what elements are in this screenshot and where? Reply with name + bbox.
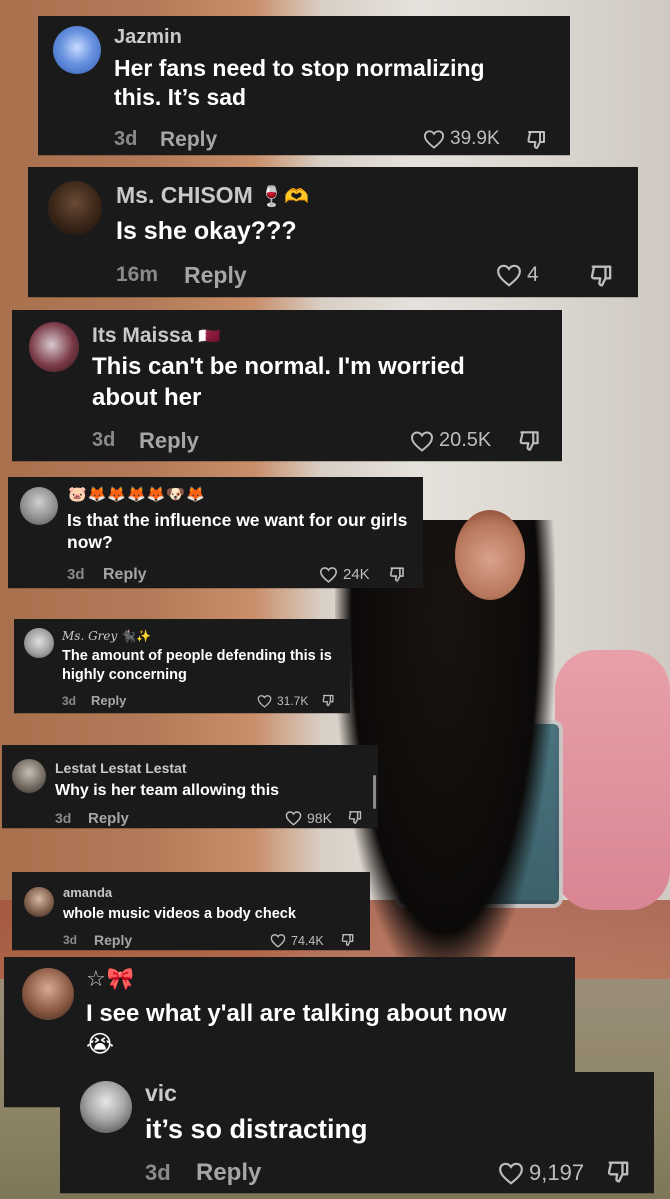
- heart-icon: [410, 430, 434, 452]
- background-figure-head: [455, 510, 525, 600]
- comment-text: Is she okay???: [116, 217, 297, 245]
- avatar[interactable]: [24, 887, 54, 917]
- comment-username[interactable]: Ms. CHISOM 🍷🫶: [116, 182, 309, 209]
- dislike-icon[interactable]: [588, 262, 616, 290]
- comment-username[interactable]: Lestat Lestat Lestat: [55, 760, 186, 776]
- comment-card: 🐷🦊🦊🦊🦊🐶🦊 Is that the influence we want fo…: [8, 477, 423, 588]
- dislike-icon[interactable]: [340, 932, 356, 948]
- comment-timestamp: 3d: [92, 429, 116, 451]
- heart-icon: [257, 695, 272, 708]
- like-button[interactable]: 9,197: [498, 1160, 584, 1186]
- like-count: 24K: [343, 566, 370, 583]
- like-button[interactable]: 98K: [285, 810, 332, 826]
- dislike-icon[interactable]: [321, 693, 336, 708]
- dislike-icon[interactable]: [517, 428, 543, 454]
- username-emoji: 🇶🇦: [198, 326, 221, 346]
- dislike-icon[interactable]: [347, 809, 364, 826]
- comment-card: Lestat Lestat Lestat Why is her team all…: [2, 745, 378, 828]
- avatar[interactable]: [12, 759, 46, 793]
- reply-button[interactable]: Reply: [139, 428, 199, 454]
- like-button[interactable]: 24K: [319, 566, 370, 583]
- username-emoji: 🍷🫶: [259, 186, 309, 208]
- comment-username[interactable]: amanda: [63, 885, 112, 900]
- heart-icon: [270, 934, 286, 948]
- comment-card: amanda whole music videos a body check 3…: [12, 872, 370, 950]
- heart-icon: [285, 811, 302, 826]
- comment-text: I see what y'all are talking about now 😭: [86, 999, 566, 1060]
- reply-button[interactable]: Reply: [94, 932, 132, 948]
- comment-timestamp: 3d: [145, 1160, 171, 1185]
- reply-button[interactable]: Reply: [196, 1159, 261, 1187]
- like-button[interactable]: 4: [496, 263, 539, 287]
- comment-text: whole music videos a body check: [63, 906, 296, 922]
- like-count: 20.5K: [439, 429, 492, 451]
- comment-timestamp: 3d: [67, 566, 85, 583]
- avatar[interactable]: [20, 487, 58, 525]
- avatar[interactable]: [80, 1081, 132, 1133]
- like-button[interactable]: 39.9K: [423, 128, 500, 150]
- username-text: Ms. Grey: [62, 629, 118, 643]
- reply-button[interactable]: Reply: [160, 128, 217, 152]
- reply-button[interactable]: Reply: [88, 810, 129, 827]
- comment-card: Ms. Grey 🐈‍⬛✨ The amount of people defen…: [14, 619, 350, 713]
- comment-text: This can't be normal. I'm worried about …: [92, 353, 465, 411]
- heart-icon: [499, 1162, 523, 1185]
- avatar[interactable]: [24, 628, 54, 658]
- like-count: 31.7K: [277, 694, 309, 708]
- heart-icon: [319, 567, 338, 583]
- comment-text-body: I see what y'all are talking about now: [86, 1000, 507, 1027]
- like-count: 39.9K: [450, 128, 500, 149]
- comment-text: it’s so distracting: [145, 1114, 368, 1144]
- dislike-icon[interactable]: [605, 1158, 633, 1186]
- comment-card: vic it’s so distracting 3d Reply 9,197: [60, 1072, 654, 1193]
- avatar[interactable]: [48, 181, 102, 235]
- dislike-icon[interactable]: [388, 565, 407, 584]
- comment-username[interactable]: Ms. Grey 🐈‍⬛✨: [62, 629, 151, 643]
- reply-button[interactable]: Reply: [184, 262, 247, 289]
- comment-username[interactable]: Its Maissa 🇶🇦: [92, 324, 221, 348]
- like-count: 74.4K: [291, 933, 324, 948]
- scrollbar[interactable]: [373, 775, 376, 809]
- like-button[interactable]: 20.5K: [410, 429, 491, 452]
- comment-text: Is that the influence we want for our gi…: [67, 510, 408, 553]
- like-button[interactable]: 31.7K: [257, 694, 308, 708]
- avatar[interactable]: [22, 968, 74, 1020]
- like-count: 4: [527, 263, 539, 286]
- like-count: 9,197: [529, 1160, 585, 1185]
- dislike-icon[interactable]: [525, 128, 549, 152]
- username-text: Its Maissa: [92, 324, 193, 347]
- like-count: 98K: [307, 810, 332, 826]
- comment-card: Ms. CHISOM 🍷🫶 Is she okay??? 16m Reply 4: [28, 167, 638, 297]
- comment-username[interactable]: 🐷🦊🦊🦊🦊🐶🦊: [68, 485, 206, 503]
- username-emoji: 🐈‍⬛✨: [121, 629, 151, 643]
- comment-text: The amount of people defending this is h…: [62, 648, 332, 683]
- crying-emoji: 😭: [86, 1030, 115, 1058]
- comment-text: Her fans need to stop normalizing this. …: [114, 55, 485, 111]
- comment-username[interactable]: ☆🎀: [86, 966, 135, 992]
- comment-username[interactable]: vic: [145, 1080, 177, 1107]
- comment-timestamp: 3d: [55, 810, 72, 826]
- heart-icon: [497, 264, 521, 287]
- comment-card: Jazmin Her fans need to stop normalizing…: [38, 16, 570, 155]
- reply-button[interactable]: Reply: [103, 566, 147, 584]
- comment-timestamp: 3d: [114, 128, 138, 150]
- background-person-pink: [555, 650, 670, 910]
- like-button[interactable]: 74.4K: [270, 933, 324, 948]
- reply-button[interactable]: Reply: [91, 693, 126, 708]
- comment-timestamp: 3d: [63, 933, 78, 947]
- comment-username[interactable]: Jazmin: [114, 26, 182, 49]
- username-text: Ms. CHISOM: [116, 182, 253, 208]
- heart-icon: [423, 130, 445, 149]
- comment-timestamp: 16m: [116, 263, 159, 286]
- comment-timestamp: 3d: [62, 694, 77, 708]
- comment-card: Its Maissa 🇶🇦 This can't be normal. I'm …: [12, 310, 562, 461]
- avatar[interactable]: [53, 26, 101, 74]
- avatar[interactable]: [29, 322, 79, 372]
- comment-text: Why is her team allowing this: [55, 782, 280, 799]
